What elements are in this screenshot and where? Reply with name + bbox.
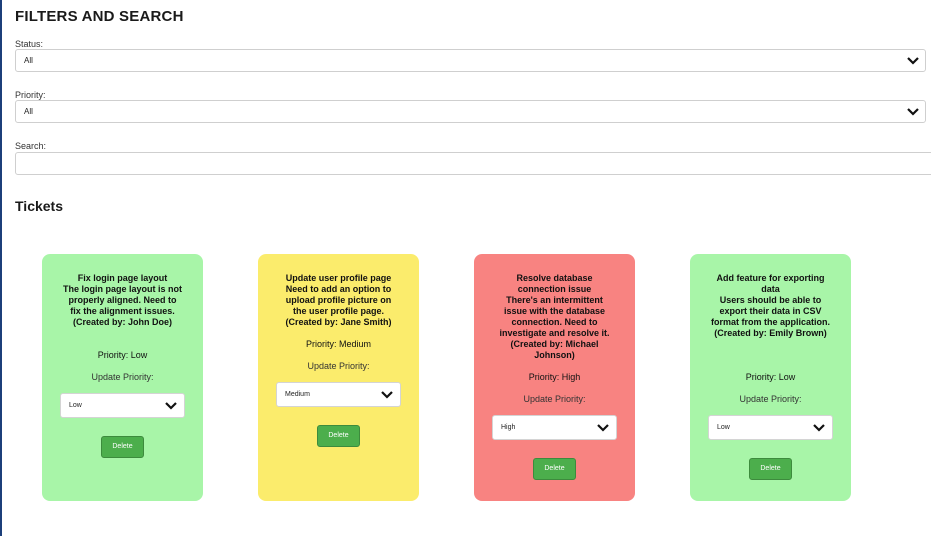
chevron-down-icon (907, 57, 919, 65)
ticket-description: Users should be able to export their dat… (710, 295, 830, 327)
ticket-priority: Priority: Medium (305, 339, 371, 349)
delete-button[interactable]: Delete (317, 425, 360, 447)
ticket-creator: (Created by: Jane Smith) (285, 317, 392, 327)
update-priority-label: Update Priority: (307, 361, 370, 371)
priority-select-value: All (24, 107, 33, 116)
delete-button[interactable]: Delete (533, 458, 576, 480)
ticket-description: The login page layout is not properly al… (62, 284, 182, 316)
ticket-card: Update user profile page Need to add an … (258, 254, 419, 501)
priority-dropdown-value: Low (69, 402, 82, 409)
search-input[interactable] (15, 152, 931, 175)
ticket-card: Add feature for exporting data Users sho… (690, 254, 851, 501)
search-label: Search: (15, 141, 47, 151)
ticket-title: Resolve database connection issue (516, 273, 593, 294)
ticket-creator: (Created by: Emily Brown) (714, 328, 827, 338)
ticket-creator: (Created by: Michael Johnson) (510, 339, 599, 360)
ticket-details: Resolve database connection issue There'… (494, 273, 615, 361)
ticket-description: Need to add an option to upload profile … (285, 284, 392, 316)
priority-dropdown[interactable]: Low (708, 415, 833, 440)
priority-dropdown-value: Low (717, 424, 730, 431)
update-priority-label: Update Priority: (91, 372, 154, 382)
ticket-card: Resolve database connection issue There'… (474, 254, 635, 501)
ticket-creator: (Created by: John Doe) (72, 317, 172, 327)
window-edge (0, 0, 2, 536)
ticket-priority: Priority: Low (745, 372, 796, 382)
status-label: Status: (15, 39, 44, 49)
priority-label: Priority: (15, 90, 46, 100)
ticket-title: Add feature for exporting data (716, 273, 825, 294)
priority-dropdown-value: Medium (285, 391, 310, 398)
priority-dropdown[interactable]: Medium (276, 382, 401, 407)
filters-heading: FILTERS AND SEARCH (15, 8, 184, 25)
chevron-down-icon (907, 108, 919, 116)
delete-button[interactable]: Delete (749, 458, 792, 480)
status-select[interactable]: All (15, 49, 926, 72)
ticket-details: Update user profile page Need to add an … (278, 273, 399, 328)
priority-dropdown[interactable]: High (492, 415, 617, 440)
priority-select[interactable]: All (15, 100, 926, 123)
ticket-priority: Priority: Low (97, 350, 148, 360)
chevron-down-icon (381, 391, 393, 399)
chevron-down-icon (165, 402, 177, 410)
update-priority-label: Update Priority: (739, 394, 802, 404)
delete-button[interactable]: Delete (101, 436, 144, 458)
chevron-down-icon (813, 424, 825, 432)
ticket-details: Add feature for exporting data Users sho… (710, 273, 831, 339)
priority-dropdown[interactable]: Low (60, 393, 185, 418)
chevron-down-icon (597, 424, 609, 432)
ticket-description: There's an intermittent issue with the d… (499, 295, 610, 338)
ticket-priority: Priority: High (528, 372, 581, 382)
ticket-title: Update user profile page (285, 273, 392, 283)
update-priority-label: Update Priority: (523, 394, 586, 404)
ticket-title: Fix login page layout (77, 273, 168, 283)
tickets-heading: Tickets (15, 198, 63, 214)
ticket-card: Fix login page layout The login page lay… (42, 254, 203, 501)
priority-dropdown-value: High (501, 424, 516, 431)
ticket-details: Fix login page layout The login page lay… (62, 273, 183, 328)
status-select-value: All (24, 56, 33, 65)
